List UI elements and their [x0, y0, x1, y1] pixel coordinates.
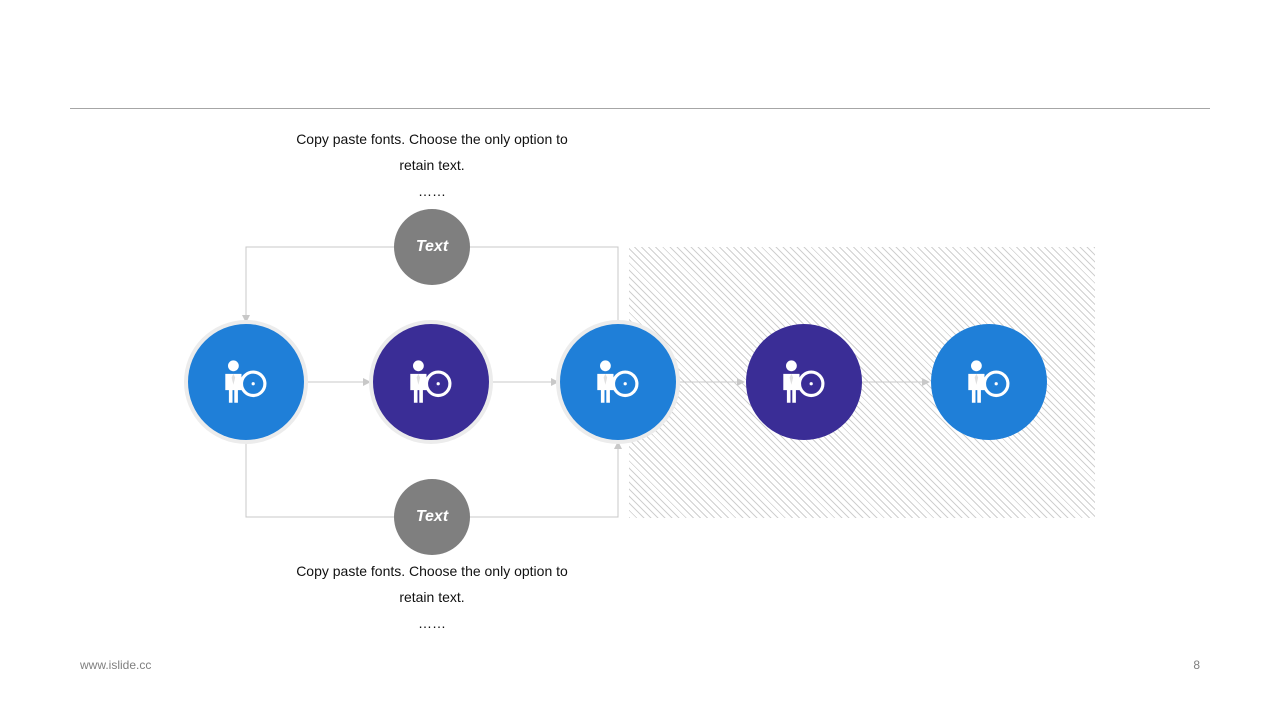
process-node-1	[188, 324, 304, 440]
bottom-note: Copy paste fonts. Choose the only option…	[272, 558, 592, 636]
footer-url: www.islide.cc	[80, 658, 152, 672]
page-number: 8	[1193, 658, 1200, 672]
process-node-2	[373, 324, 489, 440]
process-node-3	[560, 324, 676, 440]
top-note: Copy paste fonts. Choose the only option…	[272, 126, 592, 204]
top-note-line1: Copy paste fonts. Choose the only option…	[296, 131, 568, 147]
businessman-compass-icon	[597, 360, 639, 403]
businessman-compass-icon	[968, 360, 1010, 403]
bottom-text-label: Text	[415, 508, 449, 525]
bottom-text-circle: Text	[394, 479, 470, 555]
top-text-label: Text	[415, 238, 449, 255]
bottom-note-line2: retain text.	[399, 589, 465, 605]
bottom-note-ellipsis: ……	[418, 615, 446, 631]
process-node-4	[746, 324, 862, 440]
top-note-ellipsis: ……	[418, 183, 446, 199]
top-text-circle: Text	[394, 209, 470, 285]
process-node-5	[931, 324, 1047, 440]
businessman-compass-icon	[225, 360, 267, 403]
bottom-note-line1: Copy paste fonts. Choose the only option…	[296, 563, 568, 579]
businessman-compass-icon	[410, 360, 452, 403]
top-note-line2: retain text.	[399, 157, 465, 173]
businessman-compass-icon	[783, 360, 825, 403]
